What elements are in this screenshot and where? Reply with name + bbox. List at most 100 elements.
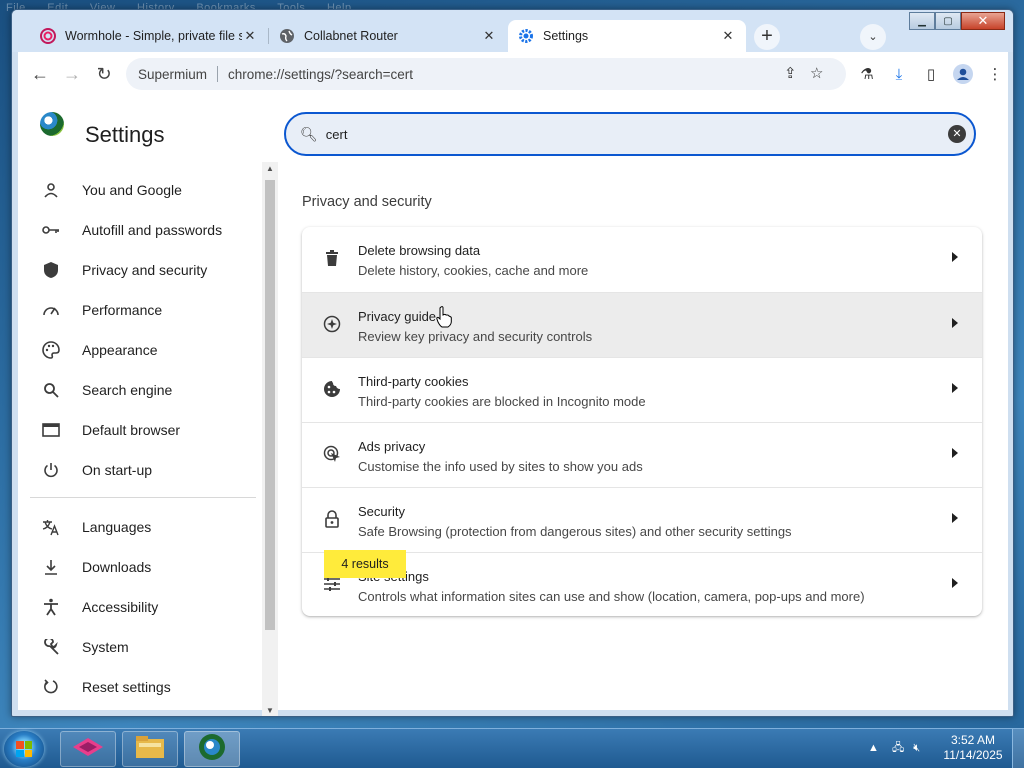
row-subtitle: Controls what information sites can use … — [358, 589, 865, 604]
translate-icon — [42, 518, 60, 536]
site-chip[interactable]: Supermium — [138, 67, 207, 82]
scrollbar-thumb[interactable] — [265, 180, 275, 630]
network-icon[interactable]: 🖧 — [892, 742, 904, 754]
sidebar-item-languages[interactable]: Languages — [18, 507, 258, 547]
row-subtitle: Third-party cookies are blocked in Incog… — [358, 394, 646, 409]
settings-search[interactable]: 🔍︎ ✕ — [284, 112, 976, 156]
search-icon — [42, 381, 60, 399]
sidebar-item-label: Autofill and passwords — [82, 222, 223, 238]
reload-button[interactable]: ↻ — [92, 62, 116, 86]
sidebar-item-you-and-google[interactable]: You and Google — [18, 170, 258, 210]
sidebar-item-search-engine[interactable]: Search engine — [18, 370, 258, 410]
browser-toolbar: ← → ↻ Supermium chrome://settings/?searc… — [18, 52, 1008, 96]
speedometer-icon — [42, 301, 60, 319]
close-window-button[interactable]: ✕ — [961, 12, 1005, 30]
wrench-icon — [42, 638, 60, 656]
row-title: Delete browsing data — [358, 243, 481, 258]
sidebar-item-label: Performance — [82, 302, 163, 318]
side-panel-icon[interactable]: ▯ — [920, 64, 942, 86]
settings-page: Settings 🔍︎ ✕ You and Google Autofill an… — [18, 96, 1008, 716]
tab-settings[interactable]: Settings ✕ — [508, 20, 746, 52]
url-text[interactable]: chrome://settings/?search=cert — [228, 67, 413, 82]
sidebar-item-label: Privacy and security — [82, 262, 208, 278]
wormhole-icon — [40, 28, 56, 44]
bookmark-star-icon[interactable]: ☆ — [810, 64, 823, 82]
sidebar-item-accessibility[interactable]: Accessibility — [18, 587, 258, 627]
clock-date: 11/14/2025 — [943, 748, 1003, 762]
downloads-icon[interactable]: ⤓ — [888, 64, 910, 86]
sidebar-item-reset[interactable]: Reset settings — [18, 667, 258, 707]
browser-icon — [42, 421, 60, 439]
address-bar[interactable]: Supermium chrome://settings/?search=cert… — [126, 58, 846, 90]
search-icon: 🔍︎ — [300, 125, 318, 142]
row-title: Third-party cookies — [358, 374, 469, 389]
row-subtitle: Customise the info used by sites to show… — [358, 459, 643, 474]
row-delete-browsing-data[interactable]: Delete browsing data Delete history, coo… — [302, 227, 982, 292]
gear-icon — [518, 28, 534, 44]
sidebar-item-downloads[interactable]: Downloads — [18, 547, 258, 587]
share-icon[interactable]: ⇪ — [784, 64, 797, 82]
sidebar-item-label: Default browser — [82, 422, 181, 438]
globe-icon — [279, 28, 295, 44]
sidebar-item-default-browser[interactable]: Default browser — [18, 410, 258, 450]
row-title: Security — [358, 504, 405, 519]
profile-avatar[interactable] — [952, 64, 974, 86]
chevron-right-icon — [952, 318, 958, 328]
sidebar-scrollbar[interactable]: ▲ ▼ — [262, 162, 278, 716]
sidebar-item-privacy[interactable]: Privacy and security — [18, 250, 258, 290]
sidebar-item-label: Accessibility — [82, 599, 159, 615]
close-tab-icon[interactable]: ✕ — [242, 28, 258, 44]
forward-button[interactable]: → — [60, 62, 84, 86]
taskbar-clock[interactable]: 3:52 AM 11/14/2025 — [940, 733, 1006, 763]
sidebar-item-on-startup[interactable]: On start-up — [18, 450, 258, 490]
wormhole-app-icon — [71, 736, 105, 763]
clock-time: 3:52 AM — [950, 733, 996, 747]
tab-wormhole[interactable]: Wormhole - Simple, private file s ✕ — [30, 20, 268, 52]
close-tab-icon[interactable]: ✕ — [720, 28, 736, 44]
sidebar-item-system[interactable]: System — [18, 627, 258, 667]
clear-search-icon[interactable]: ✕ — [948, 125, 966, 143]
taskbar-wormhole-app[interactable] — [60, 731, 116, 767]
close-tab-icon[interactable]: ✕ — [481, 28, 497, 44]
file-explorer-icon — [135, 735, 165, 764]
scroll-down-arrow-icon[interactable]: ▼ — [262, 704, 278, 716]
taskbar-file-explorer[interactable] — [122, 731, 178, 767]
key-icon — [42, 221, 60, 239]
browser-window: Wormhole - Simple, private file s ✕ Coll… — [11, 9, 1014, 717]
minimize-button[interactable]: ▁ — [909, 12, 935, 30]
lock-icon — [323, 510, 341, 528]
maximize-button[interactable]: ▢ — [935, 12, 961, 30]
shield-icon — [42, 261, 60, 279]
volume-muted-icon[interactable]: 🔇︎ — [913, 742, 920, 754]
menu-kebab-icon[interactable]: ⋮ — [984, 64, 1006, 86]
search-results-badge: 4 results — [324, 550, 406, 578]
tab-title: Settings — [543, 29, 589, 43]
sidebar-item-appearance[interactable]: Appearance — [18, 330, 258, 370]
row-ads-privacy[interactable]: Ads privacy Customise the info used by s… — [302, 422, 982, 487]
start-button[interactable] — [4, 731, 44, 767]
row-title: Privacy guide — [358, 309, 437, 324]
row-third-party-cookies[interactable]: Third-party cookies Third-party cookies … — [302, 357, 982, 422]
tab-search-button[interactable]: ⌄ — [860, 24, 886, 50]
window-controls: ▁ ▢ ✕ — [909, 12, 1005, 30]
sidebar-divider — [30, 497, 256, 498]
show-hidden-icons-icon[interactable]: ▲ — [868, 742, 879, 754]
row-privacy-guide[interactable]: Privacy guide Review key privacy and sec… — [302, 292, 982, 357]
tab-collabnet-router[interactable]: Collabnet Router ✕ — [269, 20, 507, 52]
sidebar-item-label: Downloads — [82, 559, 152, 575]
sidebar-item-performance[interactable]: Performance — [18, 290, 258, 330]
back-button[interactable]: ← — [28, 62, 52, 86]
sidebar-item-label: You and Google — [82, 182, 182, 198]
scroll-up-arrow-icon[interactable]: ▲ — [262, 162, 278, 176]
row-security[interactable]: Security Safe Browsing (protection from … — [302, 487, 982, 552]
taskbar-supermium[interactable] — [184, 731, 240, 767]
sidebar-item-label: On start-up — [82, 462, 153, 478]
labs-flask-icon[interactable]: ⚗ — [856, 64, 878, 86]
compass-icon — [323, 315, 341, 333]
row-subtitle: Delete history, cookies, cache and more — [358, 263, 589, 278]
show-desktop-button[interactable] — [1012, 729, 1024, 768]
search-input[interactable] — [325, 126, 948, 142]
sidebar-item-autofill[interactable]: Autofill and passwords — [18, 210, 258, 250]
download-icon — [42, 558, 60, 576]
new-tab-button[interactable]: + — [754, 24, 780, 50]
